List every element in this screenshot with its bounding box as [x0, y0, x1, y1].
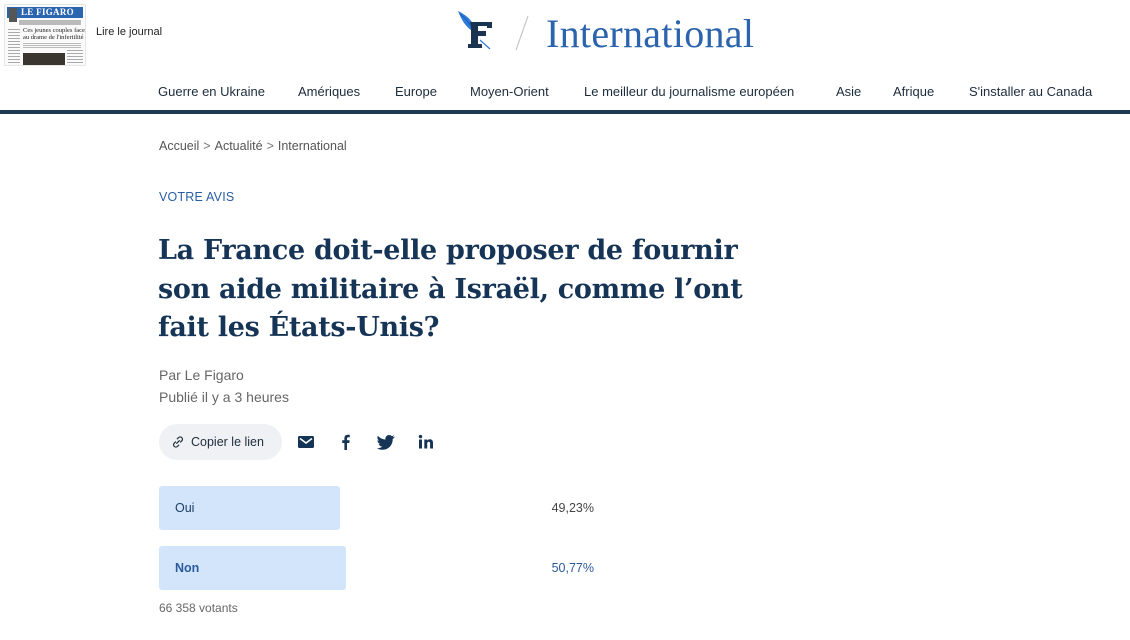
nav-item-europe[interactable]: Europe — [395, 84, 437, 99]
thumbnail-subline — [19, 20, 81, 25]
nav-item-guerre-en-ukraine[interactable]: Guerre en Ukraine — [158, 84, 265, 99]
newspaper-thumbnail[interactable]: LE FIGARO Ces jeunes couples face au dra… — [4, 4, 86, 66]
copy-link-button[interactable]: Copier le lien — [159, 424, 282, 460]
article-kicker: VOTRE AVIS — [159, 190, 235, 204]
slash-divider — [515, 15, 529, 51]
thumbnail-text-side — [67, 50, 83, 64]
linkedin-icon[interactable] — [416, 432, 436, 452]
copy-link-label: Copier le lien — [191, 435, 264, 449]
thumbnail-text — [23, 43, 81, 49]
nav-item-asie[interactable]: Asie — [836, 84, 861, 99]
read-newspaper-link[interactable]: Lire le journal — [96, 26, 162, 38]
poll-option-percent: 50,77% — [551, 561, 594, 575]
nav-item-ameriques[interactable]: Amériques — [298, 84, 360, 99]
breadcrumb-actualite[interactable]: Actualité — [215, 139, 263, 153]
poll-voter-count: 66 358 votants — [159, 601, 238, 615]
nav-item-afrique[interactable]: Afrique — [893, 84, 934, 99]
section-title[interactable]: International — [546, 12, 754, 56]
thumbnail-photo — [9, 8, 17, 22]
poll-option-percent: 49,23% — [551, 501, 594, 515]
le-figaro-logo-icon[interactable] — [456, 10, 496, 50]
section-nav: Guerre en Ukraine Amériques Europe Moyen… — [0, 80, 1130, 110]
breadcrumb-international[interactable]: International — [278, 139, 347, 153]
poll-option-non[interactable]: Non 50,77% — [159, 546, 599, 590]
newspaper-headline: Ces jeunes couples face au drame de l'in… — [23, 27, 85, 41]
nav-item-moyen-orient[interactable]: Moyen-Orient — [470, 84, 549, 99]
nav-divider — [0, 110, 1130, 114]
facebook-icon[interactable] — [336, 432, 356, 452]
article-published-time: Publié il y a 3 heures — [159, 389, 289, 405]
poll-option-label: Non — [175, 561, 200, 575]
breadcrumb-separator: > — [203, 139, 211, 153]
breadcrumb: Accueil > Actualité > International — [159, 139, 347, 153]
article-meta: Par Le Figaro Publié il y a 3 heures — [159, 364, 289, 408]
newspaper-masthead: LE FIGARO — [7, 7, 83, 18]
poll-option-label: Oui — [175, 501, 195, 515]
breadcrumb-separator: > — [266, 139, 274, 153]
breadcrumb-accueil[interactable]: Accueil — [159, 139, 199, 153]
nav-item-meilleur-journalisme-europeen[interactable]: Le meilleur du journalisme européen — [584, 84, 794, 99]
twitter-icon[interactable] — [376, 432, 396, 452]
nav-item-sinstaller-au-canada[interactable]: S'installer au Canada — [969, 84, 1092, 99]
thumbnail-photo-main — [23, 53, 65, 65]
link-icon — [173, 436, 183, 448]
poll-option-oui[interactable]: Oui 49,23% — [159, 486, 599, 530]
article-title: La France doit-elle proposer de fournir … — [158, 235, 743, 343]
thumbnail-column — [8, 29, 20, 63]
article-author: Par Le Figaro — [159, 367, 244, 383]
email-icon[interactable] — [296, 432, 316, 452]
